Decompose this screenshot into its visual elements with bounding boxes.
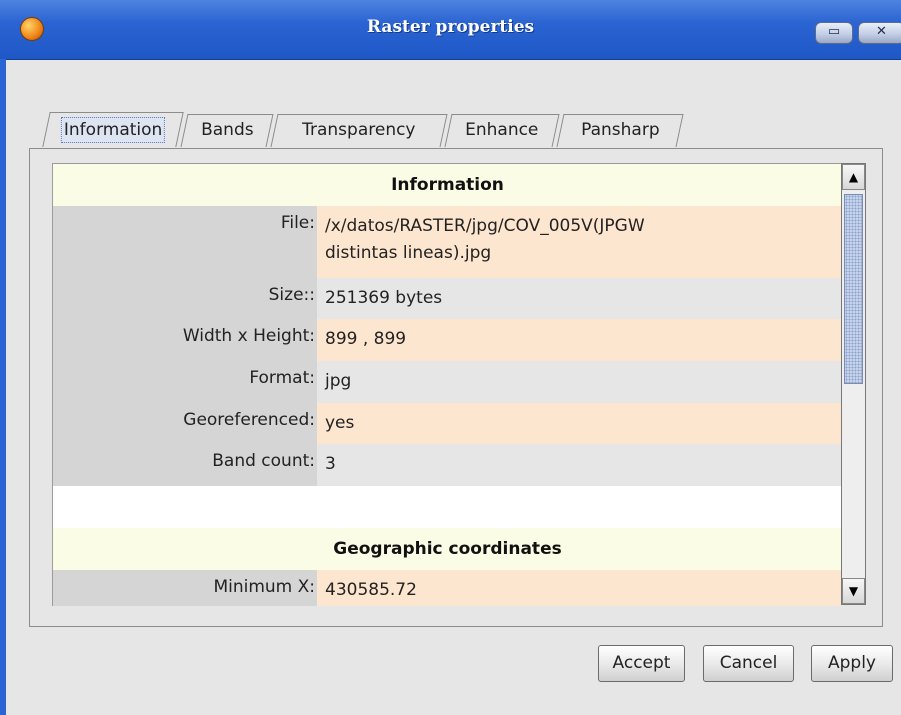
tab-bands-label: Bands <box>200 120 254 140</box>
band-count-value: 3 <box>317 444 842 486</box>
info-row-georeferenced: Georeferenced: yes <box>53 403 842 444</box>
close-button[interactable]: ✕ <box>858 22 901 44</box>
info-row-band-count: Band count: 3 <box>53 444 842 486</box>
size-value: 251369 bytes <box>317 278 842 319</box>
close-icon: ✕ <box>876 24 887 39</box>
size-label: Size:: <box>53 278 317 319</box>
apply-button[interactable]: Apply <box>811 645 893 682</box>
title-bar[interactable]: Raster properties ▭ ✕ <box>0 0 901 60</box>
tab-enhance[interactable]: Enhance <box>444 114 560 147</box>
tab-enhance-label: Enhance <box>465 120 539 140</box>
scroll-down-arrow-icon[interactable]: ▼ <box>842 578 865 604</box>
tab-bands[interactable]: Bands <box>180 114 274 147</box>
geographic-coordinates-section-header: Geographic coordinates <box>53 528 842 570</box>
tab-transparency[interactable]: Transparency <box>270 114 448 147</box>
tab-pansharp-label: Pansharp <box>580 120 660 140</box>
information-section-header: Information <box>53 164 842 206</box>
info-row-size: Size:: 251369 bytes <box>53 278 842 319</box>
dimensions-value: 899 , 899 <box>317 319 842 361</box>
info-row-format: Format: jpg <box>53 361 842 403</box>
geo-row-minimum-x: Minimum X: 430585.72 <box>53 570 842 606</box>
accept-button[interactable]: Accept <box>598 645 685 682</box>
raster-properties-window: Raster properties ▭ ✕ Information Bands … <box>0 0 901 715</box>
minimize-button[interactable]: ▭ <box>815 22 853 44</box>
georeferenced-value: yes <box>317 403 842 444</box>
info-row-dimensions: Width x Height: 899 , 899 <box>53 319 842 361</box>
scroll-up-arrow-icon[interactable]: ▲ <box>842 164 865 190</box>
georeferenced-label: Georeferenced: <box>53 403 317 444</box>
cancel-button[interactable]: Cancel <box>703 645 794 682</box>
tab-pansharp[interactable]: Pansharp <box>556 114 684 147</box>
minimize-icon: ▭ <box>827 24 841 39</box>
vertical-scrollbar[interactable]: ▲ ▼ <box>841 163 866 605</box>
tab-transparency-label: Transparency <box>302 120 416 140</box>
scrollbar-thumb[interactable] <box>844 194 863 384</box>
dimensions-label: Width x Height: <box>53 319 317 361</box>
info-row-file: File: /x/datos/RASTER/jpg/COV_005V(JPGW … <box>53 206 842 278</box>
window-border <box>0 59 6 715</box>
format-value: jpg <box>317 361 842 403</box>
tab-information[interactable]: Information <box>42 112 184 147</box>
file-label: File: <box>53 206 317 278</box>
minimum-x-value: 430585.72 <box>317 570 842 606</box>
information-scroll-pane[interactable]: Information File: /x/datos/RASTER/jpg/CO… <box>52 163 842 606</box>
band-count-label: Band count: <box>53 444 317 486</box>
tab-information-label: Information <box>60 117 166 143</box>
minimum-x-label: Minimum X: <box>53 570 317 606</box>
window-title: Raster properties <box>366 17 535 37</box>
file-value: /x/datos/RASTER/jpg/COV_005V(JPGW distin… <box>317 206 842 278</box>
format-label: Format: <box>53 361 317 403</box>
